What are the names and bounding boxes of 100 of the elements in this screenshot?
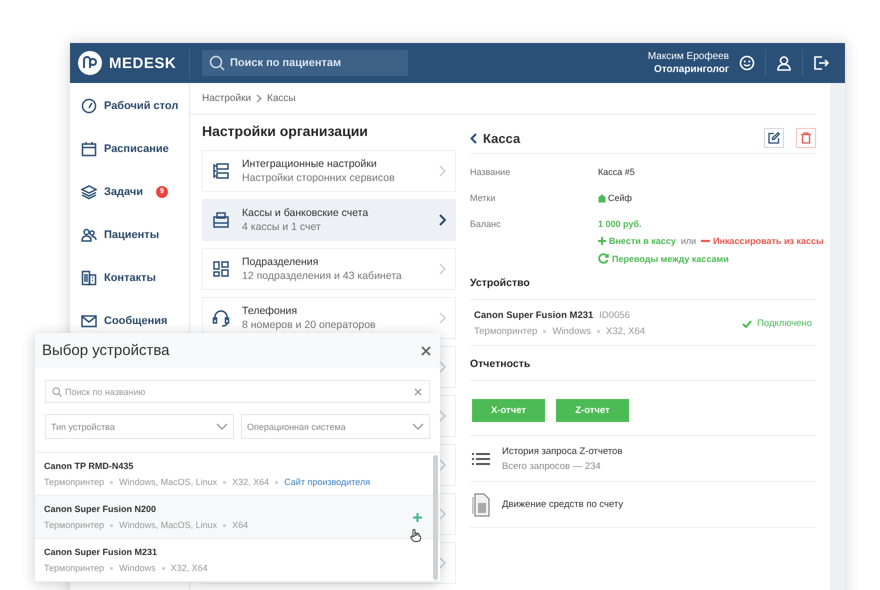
- item-title: Телефония: [242, 305, 298, 317]
- scrollbar[interactable]: [433, 455, 438, 580]
- sidebar-item[interactable]: Расписание: [70, 127, 189, 170]
- grid-icon: [212, 260, 230, 278]
- building-icon: [81, 270, 97, 286]
- item-subtitle: 4 кассы и 1 счет: [242, 221, 322, 233]
- settings-item[interactable]: Подразделения 12 подразделения и 43 кабинета: [202, 248, 456, 290]
- people-icon: [81, 226, 97, 242]
- device-meta: X64: [232, 520, 248, 530]
- device-meta: X32, X64: [232, 477, 270, 487]
- device-id: ID0056: [599, 310, 630, 321]
- chevron-right-icon: [439, 214, 446, 226]
- gauge-icon: [81, 98, 97, 114]
- device-meta: Термопринтер: [44, 520, 104, 530]
- sidebar-item[interactable]: Контакты: [70, 256, 189, 299]
- breadcrumb-link[interactable]: Кассы: [267, 92, 296, 104]
- minus-icon: [701, 237, 710, 245]
- link-title[interactable]: История запроса Z-отчетов: [502, 446, 622, 456]
- chevron-right-icon: [256, 94, 262, 102]
- dialog-title: Выбор устройства: [42, 342, 170, 359]
- tag-icon: [598, 194, 606, 202]
- device-name: Canon Super Fusion M231: [44, 547, 158, 557]
- breadcrumb-link[interactable]: Настройки: [202, 92, 252, 104]
- connection-status: Подключено: [742, 318, 812, 329]
- mail-icon: [81, 312, 97, 328]
- smiley-icon[interactable]: [739, 55, 755, 71]
- tag-label: Сейф: [608, 193, 632, 203]
- check-icon: [742, 320, 752, 328]
- device-meta: Термопринтер: [44, 477, 104, 487]
- settings-item[interactable]: Кассы и банковские счета 4 кассы и 1 счет: [202, 199, 456, 241]
- chevron-right-icon: [439, 459, 446, 471]
- user-role: Отоларинголог: [654, 63, 729, 76]
- item-subtitle: Настройки сторонних сервисов: [242, 172, 396, 184]
- link-title[interactable]: Движение средств по счету: [502, 499, 624, 510]
- user-name: Максим Ерофеев: [648, 50, 729, 63]
- or-text: или: [680, 236, 696, 246]
- hand-cursor-icon: [410, 529, 421, 542]
- back-icon[interactable]: [470, 132, 477, 144]
- clear-icon[interactable]: [414, 388, 422, 396]
- field-label: Баланс: [470, 218, 502, 231]
- chevron-right-icon: [439, 312, 446, 324]
- section-heading: Отчетность: [470, 358, 816, 381]
- edit-button[interactable]: [764, 128, 784, 148]
- list-icon: [472, 452, 490, 466]
- logo-icon: [77, 50, 103, 76]
- sidebar-item[interactable]: Сообщения: [70, 299, 189, 342]
- search-icon: [52, 387, 62, 397]
- field-label: Название: [470, 166, 512, 179]
- device-name: Canon Super Fusion N200: [44, 504, 158, 514]
- device-row[interactable]: Canon Super Fusion N200 Термопринтер Windows, MacOS, Linux X64: [35, 496, 440, 539]
- headset-icon: [212, 309, 230, 327]
- edit-icon: [768, 132, 780, 144]
- sidebar-item[interactable]: Рабочий стол: [70, 84, 189, 127]
- chevron-right-icon: [439, 165, 446, 177]
- device-meta: X32, X64: [606, 326, 646, 337]
- filter-dropdown[interactable]: Тип устройства: [45, 414, 234, 439]
- logo-text: MEDESK: [109, 54, 176, 72]
- chevron-right-icon: [439, 361, 446, 373]
- item-title: Кассы и банковские счета: [242, 207, 370, 219]
- item-subtitle: 12 подразделения и 43 кабинета: [242, 270, 403, 282]
- delete-button[interactable]: [796, 128, 816, 148]
- user-icon[interactable]: [776, 55, 792, 71]
- settings-item[interactable]: Интеграционные настройки Настройки сторонних сервисов: [202, 150, 456, 192]
- refresh-icon: [598, 253, 609, 264]
- document-icon: [472, 492, 490, 516]
- item-title: Подразделения: [242, 256, 320, 268]
- logout-icon[interactable]: [813, 55, 829, 71]
- device-meta: Windows, MacOS, Linux: [119, 520, 218, 530]
- balance-value: 1 000 руб.: [598, 219, 642, 229]
- device-name: Canon Super Fusion M231: [474, 310, 594, 321]
- search-icon: [209, 55, 225, 71]
- layers-icon: [81, 184, 97, 200]
- device-meta: Термопринтер: [474, 326, 538, 337]
- device-meta: Термопринтер: [44, 563, 104, 573]
- device-meta: X32, X64: [170, 563, 208, 573]
- section-title: Настройки организации: [202, 123, 369, 139]
- device-name: Canon TP RMD-N435: [44, 461, 134, 471]
- item-title: Интеграционные настройки: [242, 158, 378, 170]
- field-value: Касса #5: [598, 167, 635, 177]
- device-meta: Windows: [552, 326, 591, 337]
- hierarchy-icon: [212, 162, 230, 180]
- calendar-icon: [81, 140, 97, 156]
- link-subtitle: Всего запросов — 234: [502, 460, 602, 472]
- chevron-right-icon: [439, 508, 446, 520]
- search-field[interactable]: Поиск по названию: [45, 380, 430, 403]
- filter-dropdown[interactable]: Операционная система: [241, 414, 430, 439]
- panel-title: Касса: [483, 130, 520, 146]
- search-field[interactable]: Поиск по пациентам: [202, 50, 408, 76]
- chevron-right-icon: [439, 263, 446, 275]
- item-subtitle: 8 номеров и 20 операторов: [242, 319, 377, 331]
- chevron-down-icon: [412, 423, 424, 430]
- plus-icon: [598, 237, 606, 245]
- withdraw-link[interactable]: Инкассировать из кассы: [701, 236, 824, 246]
- close-icon[interactable]: [421, 346, 431, 356]
- device-meta: Windows, MacOS, Linux: [119, 477, 218, 487]
- manufacturer-link[interactable]: Сайт производителя: [284, 477, 370, 487]
- sidebar-item[interactable]: Пациенты: [70, 213, 189, 256]
- device-meta: Windows: [119, 563, 156, 573]
- section-heading: Устройство: [470, 277, 816, 300]
- field-label: Метки: [470, 192, 496, 205]
